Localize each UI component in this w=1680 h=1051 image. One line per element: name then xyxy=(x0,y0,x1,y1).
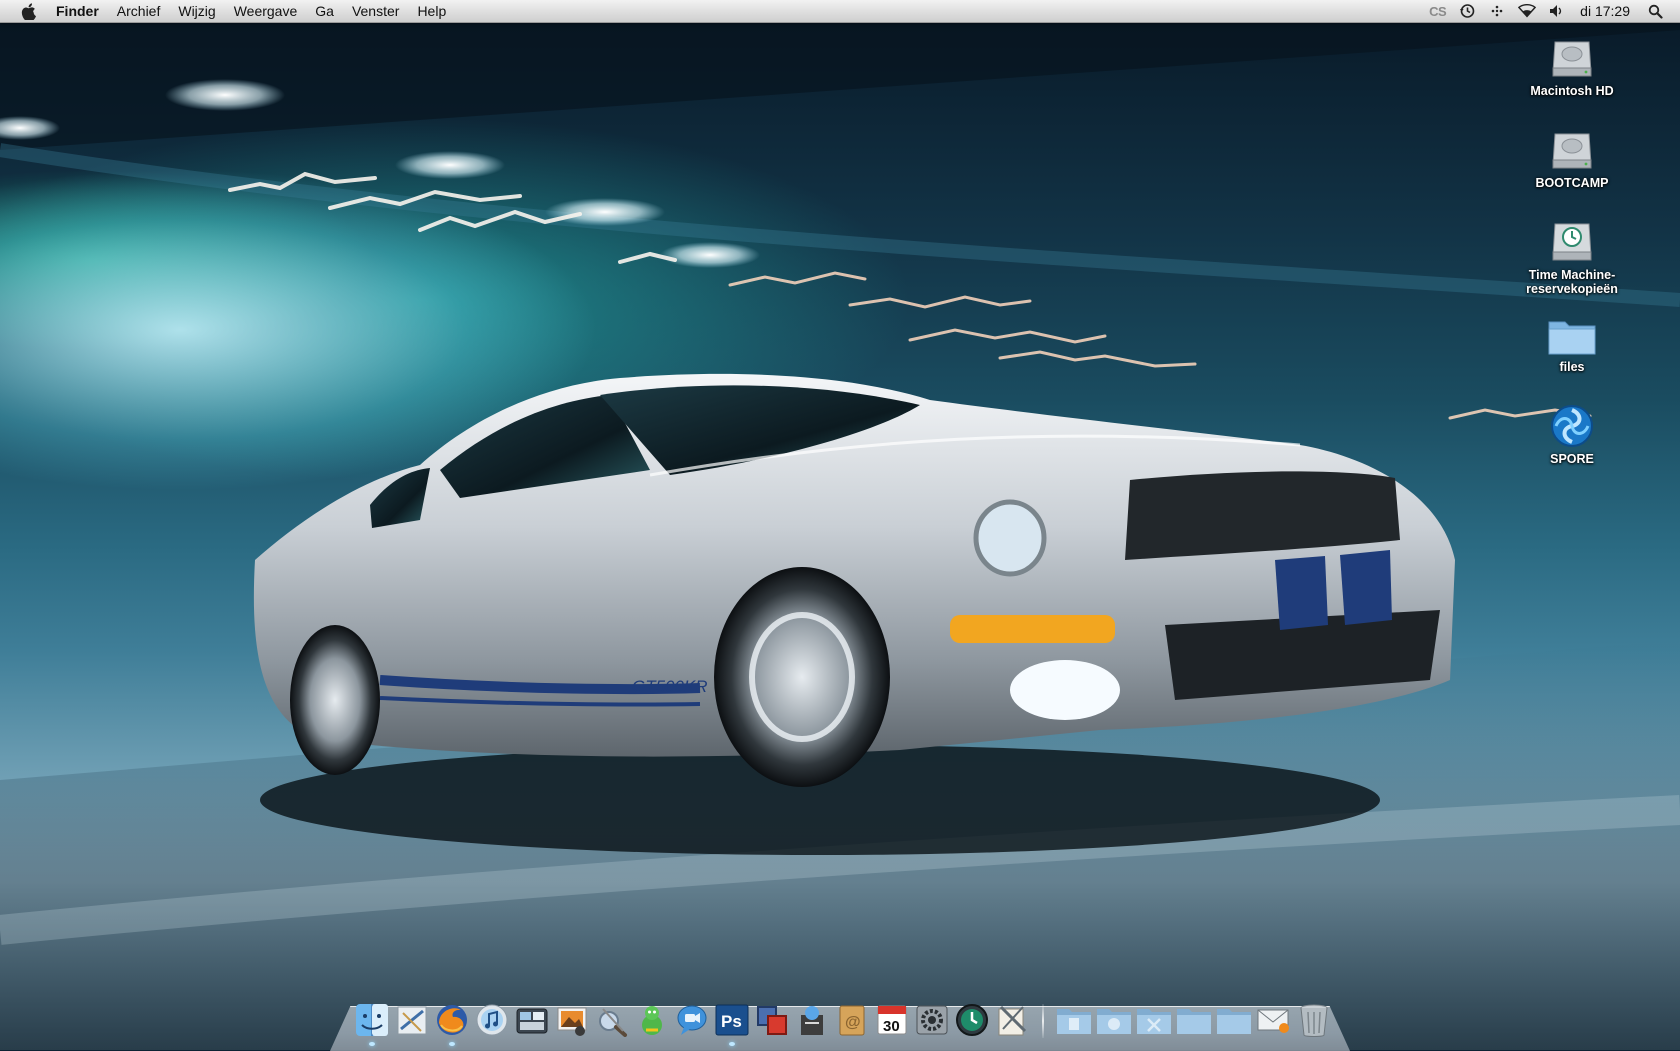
ical-icon[interactable]: 30 xyxy=(874,1000,910,1040)
adium-icon[interactable] xyxy=(634,1000,670,1040)
parallels-icon[interactable] xyxy=(754,1000,790,1040)
volume-menu-icon[interactable] xyxy=(1548,2,1566,20)
photoshop-label: Ps xyxy=(721,1012,742,1031)
running-indicator xyxy=(369,1042,375,1046)
desktop-icons: Macintosh HD BOOTCAMP Time Machine- rese… xyxy=(1504,28,1640,488)
documents-folder-icon[interactable] xyxy=(1056,1000,1092,1040)
desktop-icon-spore[interactable]: SPORE xyxy=(1504,396,1640,488)
iweb-icon[interactable] xyxy=(794,1000,830,1040)
status-menu-text[interactable]: CS xyxy=(1429,4,1447,19)
script-editor-icon[interactable] xyxy=(994,1000,1030,1040)
spotlight-search-icon[interactable] xyxy=(1646,2,1664,20)
applications-folder-icon[interactable] xyxy=(1136,1000,1172,1040)
trash-icon[interactable] xyxy=(1296,1000,1332,1040)
dashboard-icon[interactable] xyxy=(514,1000,550,1040)
iphoto-icon[interactable] xyxy=(554,1000,590,1040)
menu-bar: Finder Archief Wijzig Weergave Ga Venste… xyxy=(0,0,1680,23)
svg-text:@: @ xyxy=(845,1014,861,1031)
finder-icon[interactable] xyxy=(354,1000,390,1046)
desktop-icon-macintosh-hd[interactable]: Macintosh HD xyxy=(1504,28,1640,120)
desktop-icon-files[interactable]: files xyxy=(1504,304,1640,396)
folder-icon[interactable] xyxy=(1176,1000,1212,1040)
hard-drive-icon xyxy=(1546,28,1598,80)
ichat-icon[interactable] xyxy=(674,1000,710,1040)
dock-separator xyxy=(1042,1004,1044,1038)
preview-icon[interactable] xyxy=(594,1000,630,1040)
car-badge: GT500KR xyxy=(632,677,708,696)
downloads-folder-icon[interactable] xyxy=(1096,1000,1132,1040)
itunes-icon[interactable] xyxy=(474,1000,510,1040)
system-preferences-icon[interactable] xyxy=(914,1000,950,1040)
mail-drop-icon[interactable] xyxy=(1256,1000,1292,1040)
bluetooth-menu-icon[interactable] xyxy=(1488,2,1506,20)
running-indicator xyxy=(449,1042,455,1046)
desktop-icon-label: Time Machine- reservekopieën xyxy=(1526,268,1618,296)
firefox-icon[interactable] xyxy=(434,1000,470,1046)
desktop-icon-label: SPORE xyxy=(1550,452,1594,466)
running-indicator xyxy=(729,1042,735,1046)
menu-help[interactable]: Help xyxy=(408,0,455,22)
hard-drive-icon xyxy=(1546,120,1598,172)
menu-wijzig[interactable]: Wijzig xyxy=(169,0,224,22)
mail-icon[interactable] xyxy=(394,1000,430,1040)
menu-clock[interactable]: di 17:29 xyxy=(1580,3,1630,19)
desktop-icon-time-machine[interactable]: Time Machine- reservekopieën xyxy=(1504,212,1640,304)
desktop-icon-label: Macintosh HD xyxy=(1530,84,1614,98)
desktop-icon-bootcamp[interactable]: BOOTCAMP xyxy=(1504,120,1640,212)
folder-icon xyxy=(1546,304,1598,356)
menu-finder[interactable]: Finder xyxy=(52,0,108,22)
menu-weergave[interactable]: Weergave xyxy=(225,0,307,22)
spore-icon xyxy=(1546,396,1598,448)
apple-menu-icon[interactable] xyxy=(18,1,38,21)
desktop-wallpaper: GT500KR xyxy=(0,0,1680,1050)
menu-venster[interactable]: Venster xyxy=(343,0,408,22)
folder-icon[interactable] xyxy=(1216,1000,1252,1040)
desktop-icon-label: BOOTCAMP xyxy=(1535,176,1609,190)
menu-extras: CS di 17:29 xyxy=(1423,0,1680,22)
menu-ga[interactable]: Ga xyxy=(306,0,343,22)
desktop-icon-label: files xyxy=(1559,360,1585,374)
time-machine-menu-icon[interactable] xyxy=(1458,2,1476,20)
wifi-menu-icon[interactable] xyxy=(1518,2,1537,20)
time-machine-icon[interactable] xyxy=(954,1000,990,1040)
menu-archief[interactable]: Archief xyxy=(108,0,170,22)
dock: Ps @ 30 xyxy=(352,994,1334,1046)
calendar-date: 30 xyxy=(883,1018,900,1035)
photoshop-icon[interactable]: Ps xyxy=(714,1000,750,1046)
wallpaper-art: GT500KR xyxy=(0,0,1680,1050)
time-machine-drive-icon xyxy=(1546,212,1598,264)
address-book-icon[interactable]: @ xyxy=(834,1000,870,1040)
